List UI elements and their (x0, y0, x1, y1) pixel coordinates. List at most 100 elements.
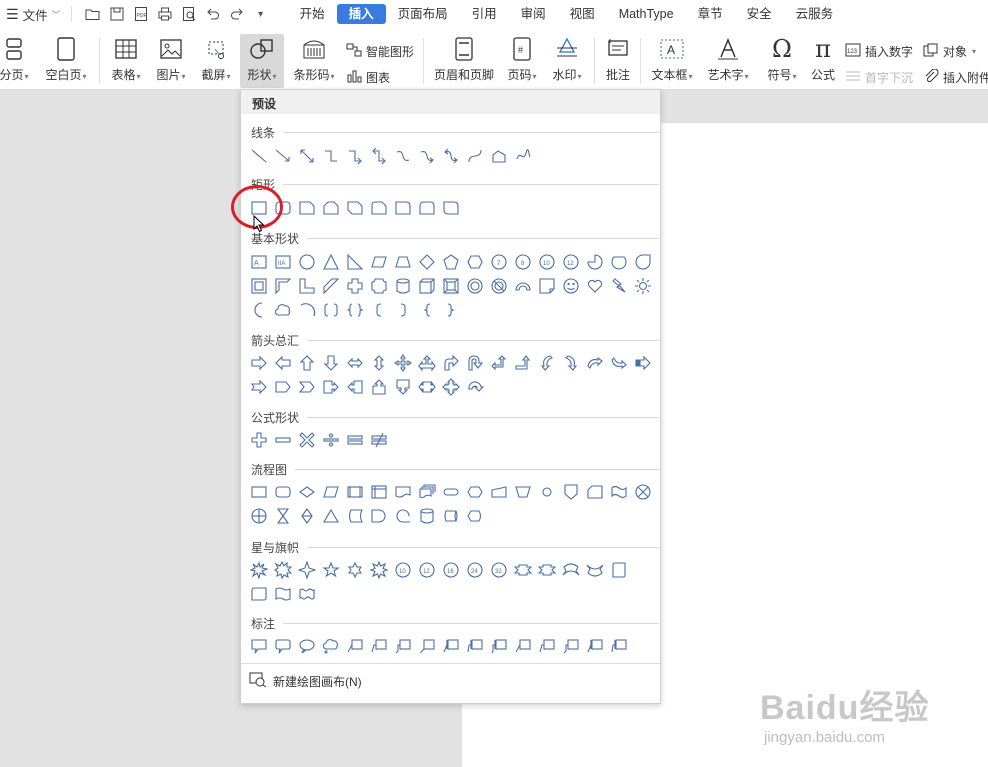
ribbon-down-icon[interactable] (537, 560, 557, 580)
explosion-2-icon[interactable] (273, 560, 293, 580)
arc-icon[interactable] (297, 300, 317, 320)
pie-icon[interactable] (585, 252, 605, 272)
rect-callout-icon[interactable] (249, 636, 269, 656)
tab-insert[interactable]: 插入 (336, 4, 386, 24)
flowchart-extract-icon[interactable] (321, 506, 341, 526)
border-callout-2-icon[interactable] (537, 636, 557, 656)
tab-review[interactable]: 审阅 (509, 4, 558, 24)
curved-ribbon-up-icon[interactable] (561, 560, 581, 580)
undo-icon[interactable] (202, 3, 224, 25)
right-brace-icon[interactable] (441, 300, 461, 320)
redo-icon[interactable] (226, 3, 248, 25)
page-break-button[interactable]: 分页▾ (0, 34, 34, 88)
cloud-callout-icon[interactable] (321, 636, 341, 656)
not-equal-shape-icon[interactable] (369, 430, 389, 450)
can-icon[interactable] (393, 276, 413, 296)
curved-left-arrow-icon[interactable] (561, 353, 581, 373)
up-down-arrow-icon[interactable] (369, 353, 389, 373)
flowchart-preparation-icon[interactable] (465, 482, 485, 502)
chart-button[interactable]: 图表 (346, 69, 390, 86)
elbow-double-arrow-connector-icon[interactable] (369, 146, 389, 166)
chevron-arrow-icon[interactable] (297, 377, 317, 397)
curved-connector-icon[interactable] (393, 146, 413, 166)
line-icon[interactable] (249, 146, 269, 166)
tab-security[interactable]: 安全 (735, 4, 784, 24)
horizontal-scroll-icon[interactable] (249, 584, 269, 604)
isosceles-triangle-icon[interactable] (321, 252, 341, 272)
moon-icon[interactable] (249, 300, 269, 320)
pentagon-arrow-icon[interactable] (273, 377, 293, 397)
flowchart-multidocument-icon[interactable] (417, 482, 437, 502)
flowchart-process-icon[interactable] (249, 482, 269, 502)
l-shape-icon[interactable] (297, 276, 317, 296)
accent-callout-2-icon[interactable] (465, 636, 485, 656)
plaque-icon[interactable] (369, 276, 389, 296)
open-folder-icon[interactable] (82, 3, 104, 25)
file-menu[interactable]: ☰ 文件 ﹀ (2, 0, 65, 28)
bevel-icon[interactable] (441, 276, 461, 296)
flowchart-decision-icon[interactable] (297, 482, 317, 502)
curved-arrow-connector-icon[interactable] (417, 146, 437, 166)
quad-arrow-icon[interactable] (393, 353, 413, 373)
snip-round-rectangle-icon[interactable] (369, 198, 389, 218)
flowchart-card-icon[interactable] (585, 482, 605, 502)
screenshot-button[interactable]: 截屏▾ (196, 34, 236, 88)
tab-cloud[interactable]: 云服务 (784, 4, 846, 24)
page-number-button[interactable]: # 页码▾ (502, 34, 542, 88)
no-symbol-icon[interactable] (489, 276, 509, 296)
parallelogram-icon[interactable] (369, 252, 389, 272)
symbol-button[interactable]: Ω 符号▾ (762, 34, 802, 88)
snip-single-corner-rectangle-icon[interactable] (297, 198, 317, 218)
curved-down-arrow-icon[interactable] (609, 353, 629, 373)
donut-icon[interactable] (465, 276, 485, 296)
vertical-text-box-icon[interactable]: IIA (273, 252, 293, 272)
left-up-arrow-icon[interactable] (489, 353, 509, 373)
line-callout-3-icon[interactable] (393, 636, 413, 656)
snip-same-side-rectangle-icon[interactable] (321, 198, 341, 218)
preview-icon[interactable] (178, 3, 200, 25)
snip-diagonal-rectangle-icon[interactable] (345, 198, 365, 218)
notched-right-arrow-icon[interactable] (249, 377, 269, 397)
flowchart-magnetic-disk-icon[interactable] (417, 506, 437, 526)
picture-button[interactable]: 图片▾ (151, 34, 191, 88)
double-brace-icon[interactable] (345, 300, 365, 320)
freeform-icon[interactable] (489, 146, 509, 166)
circular-arrow-icon[interactable] (465, 377, 485, 397)
dodecagon-icon[interactable]: 12 (561, 252, 581, 272)
accent-callout-3-icon[interactable] (489, 636, 509, 656)
quad-arrow-callout-icon[interactable] (441, 377, 461, 397)
tab-mathtype[interactable]: MathType (607, 4, 686, 24)
flowchart-stored-data-icon[interactable] (345, 506, 365, 526)
half-frame-icon[interactable] (273, 276, 293, 296)
right-triangle-icon[interactable] (345, 252, 365, 272)
flowchart-data-icon[interactable] (321, 482, 341, 502)
object-button[interactable]: 对象 ▾ (923, 43, 976, 60)
lightning-bolt-icon[interactable] (609, 276, 629, 296)
folded-corner-icon[interactable] (537, 276, 557, 296)
flowchart-display-icon[interactable] (465, 506, 485, 526)
trapezoid-icon[interactable] (393, 252, 413, 272)
chord-icon[interactable] (609, 252, 629, 272)
line-callout-1-icon[interactable] (345, 636, 365, 656)
teardrop-icon[interactable] (633, 252, 653, 272)
scribble-icon[interactable] (513, 146, 533, 166)
new-drawing-canvas-item[interactable]: 新建绘图画布(N) (249, 670, 362, 692)
elbow-arrow-connector-icon[interactable] (345, 146, 365, 166)
round-same-side-rectangle-icon[interactable] (417, 198, 437, 218)
sun-icon[interactable] (633, 276, 653, 296)
rounded-rect-callout-icon[interactable] (273, 636, 293, 656)
right-arrow-callout-icon[interactable] (321, 377, 341, 397)
flowchart-manual-input-icon[interactable] (489, 482, 509, 502)
pdf-icon[interactable]: PDF (130, 3, 152, 25)
left-right-arrow-callout-icon[interactable] (417, 377, 437, 397)
diagonal-stripe-icon[interactable] (321, 276, 341, 296)
flowchart-delay-icon[interactable] (369, 506, 389, 526)
flowchart-collate-icon[interactable] (273, 506, 293, 526)
curve-icon[interactable] (465, 146, 485, 166)
arrow-line-icon[interactable] (273, 146, 293, 166)
star-5-icon[interactable] (321, 560, 341, 580)
left-right-up-arrow-icon[interactable] (417, 353, 437, 373)
decagon-icon[interactable]: 10 (537, 252, 557, 272)
tab-references[interactable]: 引用 (460, 4, 509, 24)
star-12-icon[interactable]: 12 (417, 560, 437, 580)
